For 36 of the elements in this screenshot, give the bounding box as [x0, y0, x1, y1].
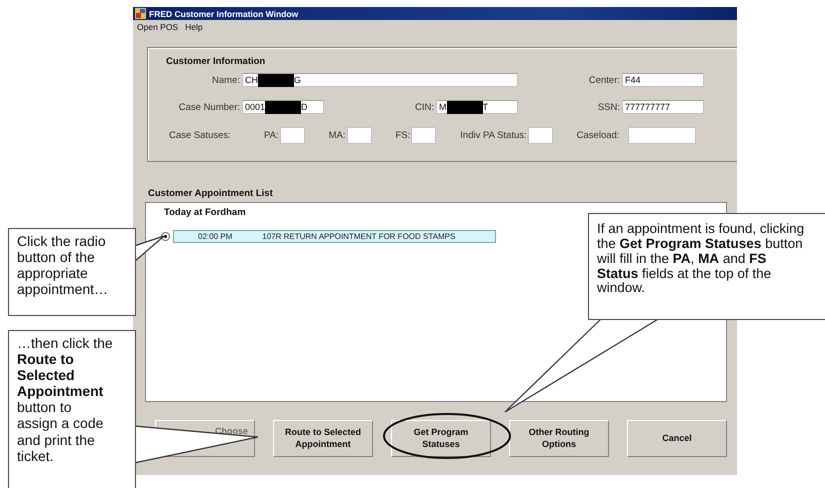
appointment-row[interactable]: 02:00 PM 107R RETURN APPOINTMENT FOR FOOD STAMPS [173, 230, 496, 243]
text-field[interactable]: 777777777 [622, 100, 704, 114]
field-label: FS: [396, 130, 410, 140]
section-heading: Customer Information [166, 56, 266, 67]
text-field[interactable]: F44 [622, 73, 704, 87]
field-label: MA: [328, 130, 346, 140]
text-field[interactable] [280, 126, 305, 144]
action-button[interactable]: Cancel [627, 420, 727, 457]
action-button[interactable]: Route to Selected Appointment [273, 420, 373, 457]
menu-item[interactable]: Open POS [137, 22, 178, 32]
field-label: Center: [588, 74, 621, 86]
field-label: SSN: [598, 102, 621, 112]
field-label: CIN: [415, 102, 435, 112]
text-field[interactable]: CH G [242, 73, 518, 87]
field-label: Caseload: [576, 130, 620, 140]
text-field[interactable] [411, 126, 436, 144]
window-title: FRED Customer Information Window [149, 8, 298, 18]
field-label: PA: [264, 130, 279, 140]
field-label: Indiv PA Status: [460, 130, 527, 140]
field-label: Case Number: [178, 102, 241, 112]
callout-note: Click the radio button of the appropriate appointment… [8, 228, 136, 316]
list-group-heading: Today at Fordham [164, 207, 247, 218]
radio-button[interactable] [161, 232, 170, 241]
callout-note: If an appointment is found, clicking the Get Program Statuses button will fill in the PA, MA and FS Status fields at the top of the window. [588, 213, 825, 320]
action-button[interactable]: Other Routing Options [509, 420, 609, 457]
app-icon [135, 8, 146, 19]
field-label: Case Satuses: [168, 130, 232, 140]
section-heading: Customer Appointment List [148, 188, 274, 199]
text-field[interactable] [628, 126, 696, 144]
field-label: Name: [212, 74, 241, 86]
menu-item[interactable]: Help [185, 22, 203, 32]
callout-note: …then click the Route to Selected Appointment button to assign a code and print the ticket. [8, 330, 136, 488]
action-button[interactable]: Get Program Statuses [391, 420, 491, 457]
text-field[interactable]: 0001 D [242, 100, 324, 114]
text-field[interactable] [528, 126, 553, 144]
text-field[interactable] [346, 126, 372, 144]
